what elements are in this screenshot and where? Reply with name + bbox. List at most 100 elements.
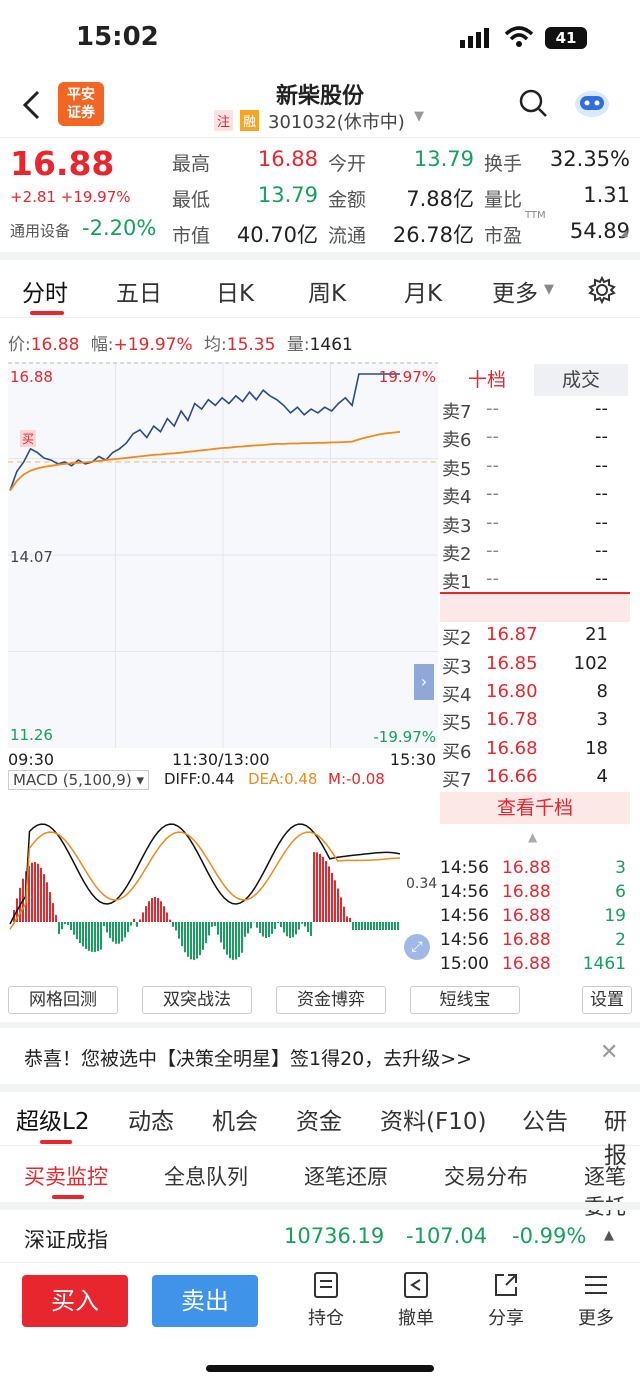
- ob-label: 卖4: [442, 487, 472, 509]
- macd-bar: [271, 922, 273, 934]
- tool-settings[interactable]: 设置: [582, 986, 632, 1014]
- bid-row[interactable]: 买3 16.85 102: [440, 653, 632, 681]
- monitor-tab[interactable]: 逐笔还原: [304, 1161, 388, 1191]
- macd-bar: [223, 922, 225, 950]
- tab-ten-levels[interactable]: 十档: [440, 364, 534, 396]
- ask-row[interactable]: 卖3 -- --: [440, 512, 632, 540]
- dropdown-icon[interactable]: ▼: [414, 109, 424, 124]
- index-ticker[interactable]: 深证成指 10736.19 -107.04 -0.99% ▲: [0, 1212, 640, 1260]
- tool-capital-game[interactable]: 资金博弈: [276, 986, 386, 1014]
- bid-row[interactable]: 买7 16.66 4: [440, 766, 632, 794]
- positions-button[interactable]: 持仓: [296, 1271, 356, 1330]
- macd-bar: [259, 922, 261, 933]
- period-tab[interactable]: 周K: [308, 274, 346, 308]
- macd-bar: [379, 922, 381, 930]
- macd-bar: [364, 922, 366, 930]
- ask-row[interactable]: 卖7 -- --: [440, 398, 632, 426]
- close-icon[interactable]: ✕: [600, 1040, 618, 1065]
- share-button[interactable]: 分享: [476, 1271, 536, 1330]
- collapse-up-icon[interactable]: ▲: [528, 830, 537, 844]
- monitor-tab[interactable]: 买卖监控: [24, 1161, 108, 1191]
- macd-bar: [151, 898, 153, 922]
- detail-tab[interactable]: 动态: [128, 1102, 174, 1136]
- tab-trades[interactable]: 成交: [534, 364, 628, 396]
- monitor-tab[interactable]: 交易分布: [444, 1161, 528, 1191]
- macd-bar: [163, 906, 165, 922]
- macd-bar: [355, 922, 357, 930]
- tick-price: 16.88: [502, 882, 551, 902]
- stock-code[interactable]: 301032(休市中): [268, 108, 405, 134]
- macd-bar: [172, 922, 174, 927]
- expand-icon[interactable]: ◢: [620, 228, 628, 239]
- detail-tab[interactable]: 资金: [296, 1102, 342, 1136]
- robot-assistant-icon[interactable]: [572, 84, 612, 120]
- status-time: 15:02: [76, 22, 159, 52]
- promo-banner[interactable]: 恭喜！您被选中【决策全明星】签1得20，去升级>> ✕: [0, 1030, 640, 1084]
- macd-bar: [82, 922, 84, 947]
- tool-grid-backtest[interactable]: 网格回测: [8, 986, 118, 1014]
- chart-period-tabs: 分时 五日 日K 周K 月K 更多 ▼: [0, 262, 640, 318]
- search-icon[interactable]: [518, 88, 548, 118]
- tool-short-term[interactable]: 短线宝: [410, 986, 520, 1014]
- bid-row[interactable]: 买5 16.78 3: [440, 709, 632, 737]
- macd-header: MACD (5,100,9) ▾ DIFF:0.44 DEA:0.48 M:-0…: [8, 770, 438, 792]
- macd-bar: [160, 901, 162, 922]
- sell-button[interactable]: 卖出: [152, 1275, 258, 1327]
- macd-bar: [67, 922, 69, 925]
- detail-tab[interactable]: 资料(F10): [380, 1102, 486, 1136]
- ask-row[interactable]: 卖6 -- --: [440, 426, 632, 454]
- detail-tab[interactable]: 公告: [522, 1102, 568, 1136]
- macd-bar: [352, 922, 354, 930]
- sector-name[interactable]: 通用设备: [10, 220, 70, 241]
- buy-marker: 买: [20, 430, 37, 447]
- macd-bar: [64, 922, 66, 925]
- period-tab[interactable]: 更多: [492, 274, 538, 308]
- fullscreen-icon[interactable]: ⤢: [404, 934, 430, 960]
- macd-bar: [265, 922, 267, 938]
- macd-bar: [370, 922, 372, 930]
- macd-chart[interactable]: 0.34 ⤢: [8, 794, 438, 976]
- expand-up-icon[interactable]: ▲: [604, 1228, 614, 1243]
- ask-row[interactable]: 卖5 -- --: [440, 455, 632, 483]
- signal-icon: [460, 28, 489, 48]
- macd-bar: [331, 872, 333, 922]
- ask-row[interactable]: 卖2 -- --: [440, 540, 632, 568]
- detail-tab[interactable]: 超级L2: [16, 1102, 89, 1136]
- monitor-tab[interactable]: 全息队列: [164, 1161, 248, 1191]
- cancel-order-button[interactable]: 撤单: [386, 1271, 446, 1330]
- ask-row[interactable]: 卖4 -- --: [440, 483, 632, 511]
- macd-bar: [226, 922, 228, 955]
- period-tab[interactable]: 五日: [116, 274, 162, 308]
- period-tab[interactable]: 月K: [404, 274, 442, 308]
- tick-price: 16.88: [502, 954, 551, 974]
- period-tab[interactable]: 分时: [22, 274, 68, 308]
- tool-double-breakout[interactable]: 双突战法: [142, 986, 252, 1014]
- stat-value: 1.31: [583, 183, 630, 207]
- stat-value: 13.79: [257, 183, 318, 207]
- time-axis: 09:30 11:30/13:00 15:30: [8, 750, 438, 772]
- period-tab[interactable]: 日K: [216, 274, 254, 308]
- detail-tab[interactable]: 机会: [212, 1102, 258, 1136]
- macd-selector[interactable]: MACD (5,100,9) ▾: [8, 770, 150, 790]
- gear-icon[interactable]: [588, 276, 616, 304]
- intraday-chart[interactable]: 16.88 14.07 11.26 19.97% -19.97% 买 ›: [8, 362, 438, 748]
- bid-row[interactable]: 买4 16.80 8: [440, 681, 632, 709]
- more-dropdown-icon[interactable]: ▼: [544, 282, 554, 297]
- macd-bar: [382, 922, 384, 930]
- more-button[interactable]: 更多: [566, 1271, 626, 1330]
- promo-text[interactable]: 恭喜！您被选中【决策全明星】签1得20，去升级>>: [24, 1044, 472, 1071]
- battery-icon: 41: [545, 27, 587, 49]
- view-more-levels-button[interactable]: 查看千档: [440, 792, 630, 824]
- tick-vol: 6: [615, 882, 626, 902]
- macd-bar: [85, 922, 87, 950]
- bid-row[interactable]: 买6 16.68 18: [440, 738, 632, 766]
- ob-price: --: [486, 483, 499, 505]
- bid-row[interactable]: 买2 16.87 21: [440, 624, 632, 652]
- macd-bar: [34, 862, 36, 922]
- stat-label: 最低: [172, 189, 211, 211]
- buy-button[interactable]: 买入: [22, 1275, 128, 1327]
- macd-bar: [334, 880, 336, 922]
- intraday-chart-svg: [8, 362, 438, 748]
- chart-expand-arrow-icon[interactable]: ›: [414, 664, 434, 700]
- stat-value: 26.78亿: [392, 223, 474, 247]
